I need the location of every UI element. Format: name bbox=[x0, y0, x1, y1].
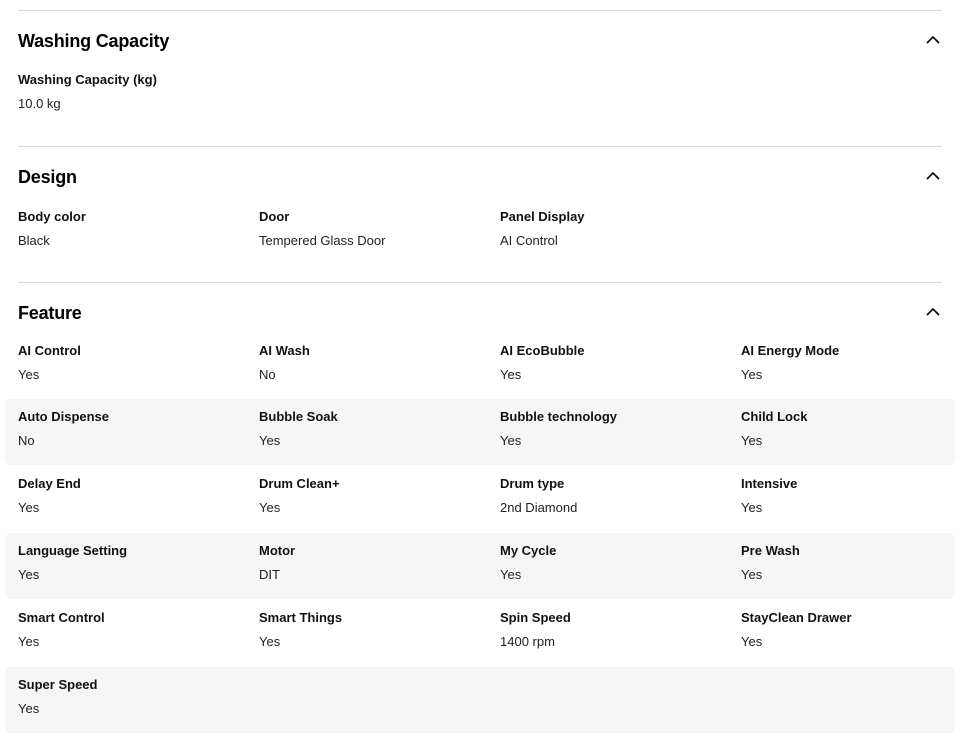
spec-label: Smart Things bbox=[259, 610, 343, 625]
spec-value: Yes bbox=[741, 433, 763, 448]
spec-label: Spin Speed bbox=[500, 610, 571, 625]
spec-value: DIT bbox=[259, 567, 280, 582]
spec-label: AI EcoBubble bbox=[500, 343, 585, 358]
spec-value: Tempered Glass Door bbox=[259, 233, 386, 248]
section-washing-capacity: Washing Capacity Washing Capacity (kg) 1… bbox=[0, 26, 963, 146]
spec-value: Yes bbox=[259, 433, 281, 448]
spec-label: StayClean Drawer bbox=[741, 610, 852, 625]
spec-row: Smart Control Yes Smart Things Yes Spin … bbox=[5, 600, 955, 666]
spec-label: AI Wash bbox=[259, 343, 310, 358]
section-title: Design bbox=[18, 167, 77, 187]
spec-row: AI Control Yes AI Wash No AI EcoBubble Y… bbox=[5, 333, 955, 399]
section-title: Feature bbox=[18, 303, 82, 323]
spec-label: Intensive bbox=[741, 476, 798, 491]
spec-value: Yes bbox=[500, 367, 522, 382]
spec-label: Smart Control bbox=[18, 610, 105, 625]
spec-value: No bbox=[18, 433, 35, 448]
section-title: Washing Capacity bbox=[18, 31, 170, 51]
chevron-up-icon[interactable] bbox=[926, 35, 940, 45]
spec-label: AI Energy Mode bbox=[741, 343, 840, 358]
spec-value: 10.0 kg bbox=[18, 96, 61, 111]
section-feature: Feature AI Control Yes AI Wash No AI Eco… bbox=[0, 298, 963, 738]
spec-label: Pre Wash bbox=[741, 543, 800, 558]
spec-label: Motor bbox=[259, 543, 296, 558]
spec-value: Yes bbox=[18, 367, 40, 382]
top-divider bbox=[18, 10, 942, 11]
spec-label: Panel Display bbox=[500, 209, 585, 224]
spec-value: Yes bbox=[259, 634, 281, 649]
spec-value: Yes bbox=[500, 567, 522, 582]
spec-label: Super Speed bbox=[18, 677, 98, 692]
spec-value: Black bbox=[18, 233, 50, 248]
spec-row: Super Speed Yes bbox=[5, 667, 955, 733]
spec-label: Bubble technology bbox=[500, 409, 617, 424]
spec-value: Yes bbox=[741, 567, 763, 582]
spec-row: Auto Dispense No Bubble Soak Yes Bubble … bbox=[5, 399, 955, 465]
spec-label: Language Setting bbox=[18, 543, 128, 558]
spec-value: Yes bbox=[18, 567, 40, 582]
spec-label: Body color bbox=[18, 209, 86, 224]
spec-label: Bubble Soak bbox=[259, 409, 338, 424]
spec-label: Drum Clean+ bbox=[259, 476, 340, 491]
section-divider bbox=[18, 146, 942, 147]
spec-label: Child Lock bbox=[741, 409, 808, 424]
section-design: Design Body color Black Door Tempered Gl… bbox=[0, 162, 963, 282]
section-divider bbox=[18, 282, 942, 283]
spec-value: Yes bbox=[18, 701, 40, 716]
spec-row: Washing Capacity (kg) 10.0 kg bbox=[5, 62, 955, 128]
spec-label: Auto Dispense bbox=[18, 409, 110, 424]
spec-value: Yes bbox=[500, 433, 522, 448]
spec-value: Yes bbox=[18, 500, 40, 515]
spec-value: Yes bbox=[18, 634, 40, 649]
spec-label: Washing Capacity (kg) bbox=[18, 72, 157, 87]
spec-label: Door bbox=[259, 209, 290, 224]
spec-value: 2nd Diamond bbox=[500, 500, 578, 515]
spec-value: Yes bbox=[741, 500, 763, 515]
spec-row: Language Setting Yes Motor DIT My Cycle … bbox=[5, 533, 955, 599]
spec-row: Body color Black Door Tempered Glass Doo… bbox=[5, 199, 955, 265]
chevron-up-icon[interactable] bbox=[926, 171, 940, 181]
spec-label: Drum type bbox=[500, 476, 565, 491]
spec-value: No bbox=[259, 367, 276, 382]
spec-value: Yes bbox=[259, 500, 281, 515]
spec-value: AI Control bbox=[500, 233, 558, 248]
spec-row: Delay End Yes Drum Clean+ Yes Drum type … bbox=[5, 466, 955, 532]
washing-capacity-header[interactable]: Washing Capacity bbox=[18, 26, 942, 56]
spec-value: Yes bbox=[741, 367, 763, 382]
spec-label: My Cycle bbox=[500, 543, 557, 558]
chevron-up-icon[interactable] bbox=[926, 307, 940, 317]
spec-value: 1400 rpm bbox=[500, 634, 555, 649]
design-header[interactable]: Design bbox=[18, 162, 942, 192]
spec-value: Yes bbox=[741, 634, 763, 649]
spec-label: AI Control bbox=[18, 343, 81, 358]
spec-label: Delay End bbox=[18, 476, 81, 491]
feature-header[interactable]: Feature bbox=[18, 298, 942, 328]
